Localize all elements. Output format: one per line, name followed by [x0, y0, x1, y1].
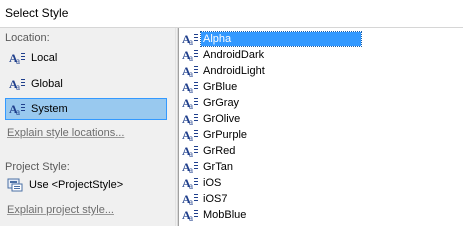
- location-item-label: System: [31, 103, 68, 115]
- text-style-icon: A a: [9, 77, 25, 91]
- style-list-item-label: Alpha: [200, 31, 362, 47]
- svg-text:a: a: [189, 69, 193, 78]
- style-list-item-label: AndroidDark: [203, 49, 265, 61]
- svg-text:a: a: [189, 149, 193, 158]
- location-item-label: Global: [31, 78, 63, 90]
- style-list-item-label: iOS: [203, 177, 222, 189]
- text-style-icon: A a: [9, 102, 25, 116]
- style-list-item-label: AndroidLight: [203, 65, 265, 77]
- style-list-item[interactable]: A a GrTan: [182, 159, 235, 175]
- location-item-local[interactable]: A a Local: [5, 47, 167, 69]
- use-project-style-label: Use <ProjectStyle>: [29, 179, 124, 191]
- style-list-item[interactable]: A a GrPurple: [182, 127, 249, 143]
- style-list-item[interactable]: A a GrOlive: [182, 111, 242, 127]
- project-style-label: Project Style:: [5, 161, 70, 173]
- svg-text:a: a: [16, 107, 20, 116]
- style-list-item[interactable]: A a iOS7: [182, 191, 229, 207]
- style-list-item-label: iOS7: [203, 193, 228, 205]
- svg-text:a: a: [189, 165, 193, 174]
- svg-text:a: a: [189, 85, 193, 94]
- style-list[interactable]: A a Alpha A a AndroidDark A a AndroidLig…: [178, 28, 463, 226]
- style-list-item-label: GrBlue: [203, 81, 238, 93]
- style-list-item[interactable]: A a AndroidDark: [182, 47, 266, 63]
- text-style-icon: A a: [182, 192, 198, 206]
- style-list-item-label: GrRed: [203, 145, 236, 157]
- explain-project-style-link[interactable]: Explain project style...: [7, 204, 114, 216]
- window-title: Select Style: [5, 6, 69, 20]
- svg-text:a: a: [16, 82, 20, 91]
- style-list-item[interactable]: A a MobBlue: [182, 207, 248, 223]
- location-item-global[interactable]: A a Global: [5, 73, 167, 95]
- text-style-icon: A a: [182, 144, 198, 158]
- text-style-icon: A a: [182, 96, 198, 110]
- text-style-icon: A a: [182, 64, 198, 78]
- style-list-item[interactable]: A a iOS: [182, 175, 223, 191]
- left-pane: Location: A a Local A a Global A a Syste…: [0, 28, 175, 226]
- style-list-item-label: GrGray: [203, 97, 240, 109]
- style-list-item[interactable]: A a GrRed: [182, 143, 237, 159]
- svg-text:a: a: [189, 133, 193, 142]
- text-style-icon: A a: [182, 128, 198, 142]
- svg-text:a: a: [189, 197, 193, 206]
- location-label: Location:: [5, 32, 50, 44]
- text-style-icon: A a: [182, 32, 198, 46]
- style-list-item-label: GrTan: [203, 161, 233, 173]
- text-style-icon: A a: [182, 48, 198, 62]
- location-item-system[interactable]: A a System: [5, 98, 167, 120]
- text-style-icon: A a: [182, 80, 198, 94]
- svg-text:a: a: [189, 53, 193, 62]
- style-list-item-label: MobBlue: [203, 209, 247, 221]
- svg-text:a: a: [16, 56, 20, 65]
- text-style-icon: A a: [182, 176, 198, 190]
- text-style-icon: A a: [182, 208, 198, 222]
- svg-text:a: a: [189, 213, 193, 222]
- explain-style-locations-link[interactable]: Explain style locations...: [7, 127, 124, 139]
- style-list-item-alpha[interactable]: A a Alpha: [182, 31, 362, 47]
- style-list-item[interactable]: A a AndroidLight: [182, 63, 267, 79]
- svg-text:a: a: [189, 117, 193, 126]
- svg-text:a: a: [189, 181, 193, 190]
- location-item-label: Local: [31, 52, 58, 64]
- use-project-style-item[interactable]: Use <ProjectStyle>: [7, 176, 123, 194]
- title-bar: Select Style: [0, 0, 463, 28]
- style-list-item[interactable]: A a GrBlue: [182, 79, 239, 95]
- text-style-icon: A a: [182, 160, 198, 174]
- project-style-icon: [7, 178, 23, 192]
- svg-text:a: a: [189, 101, 193, 110]
- style-list-item-label: GrOlive: [203, 113, 241, 125]
- style-list-item-label: GrPurple: [203, 129, 248, 141]
- text-style-icon: A a: [182, 112, 198, 126]
- text-style-icon: A a: [9, 51, 25, 65]
- style-list-item[interactable]: A a GrGray: [182, 95, 241, 111]
- svg-text:a: a: [189, 37, 193, 46]
